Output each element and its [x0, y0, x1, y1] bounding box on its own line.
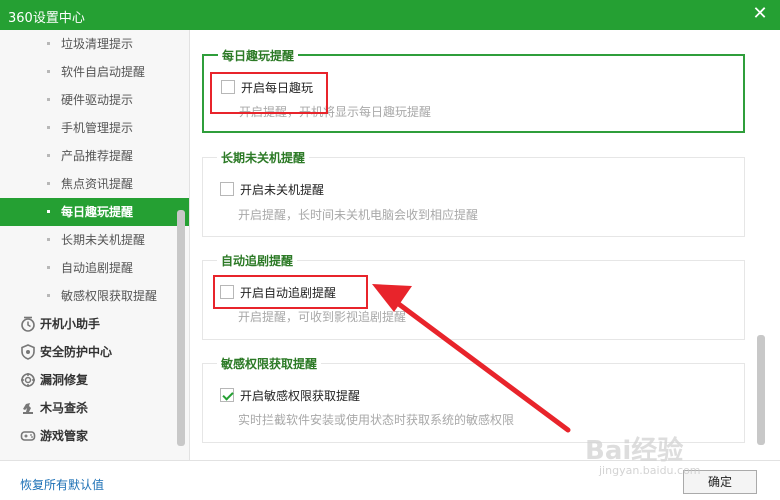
- group-auto-drama: 自动追剧提醒 开启自动追剧提醒 开启提醒，可收到影视追剧提醒: [202, 252, 745, 340]
- ok-button[interactable]: 确定: [683, 470, 757, 494]
- sidebar-category-security-center[interactable]: 安全防护中心: [0, 338, 189, 366]
- window-title: 360设置中心: [8, 11, 85, 26]
- group-title: 每日趣玩提醒: [218, 47, 299, 64]
- shield-icon: [21, 344, 35, 360]
- content-scrollbar[interactable]: [757, 335, 765, 445]
- bullet-icon: [47, 182, 50, 185]
- title-bar: 360设置中心 ✕: [0, 0, 780, 30]
- group-title: 自动追剧提醒: [217, 252, 298, 269]
- sidebar-item-label: 硬件驱动提示: [61, 93, 134, 107]
- settings-content: 每日趣玩提醒 开启每日趣玩 开启提醒，开机将显示每日趣玩提醒 长期未关机提醒 开…: [191, 30, 780, 460]
- long-uptime-checkbox-row[interactable]: 开启未关机提醒: [220, 181, 324, 197]
- sidebar-item-label: 产品推荐提醒: [61, 149, 134, 163]
- group-description: 开启提醒，开机将显示每日趣玩提醒: [239, 105, 432, 119]
- bullet-icon: [47, 266, 50, 269]
- group-description: 开启提醒，长时间未关机电脑会收到相应提醒: [238, 208, 479, 222]
- sidebar-scrollbar[interactable]: [177, 210, 185, 446]
- group-title: 敏感权限获取提醒: [217, 355, 322, 372]
- restore-defaults-link[interactable]: 恢复所有默认值: [20, 476, 104, 493]
- footer: 恢复所有默认值 确定: [0, 460, 780, 500]
- sidebar-item-label: 长期未关机提醒: [61, 233, 146, 247]
- sidebar-item-label: 敏感权限获取提醒: [61, 289, 158, 303]
- sidebar-category-label: 开机小助手: [40, 317, 101, 331]
- sidebar-item-label: 自动追剧提醒: [61, 261, 134, 275]
- sidebar-category-label: 安全防护中心: [40, 345, 113, 359]
- bullet-icon: [47, 70, 50, 73]
- group-description: 开启提醒，可收到影视追剧提醒: [238, 310, 407, 324]
- sidebar-category-label: 游戏管家: [40, 429, 89, 443]
- sidebar-item-news[interactable]: 焦点资讯提醒: [0, 170, 189, 198]
- bullet-icon: [47, 98, 50, 101]
- checkbox-checked[interactable]: [220, 388, 234, 402]
- sidebar-item-label: 软件自启动提醒: [61, 65, 146, 79]
- group-daily-fun: 每日趣玩提醒 开启每日趣玩 开启提醒，开机将显示每日趣玩提醒: [202, 47, 745, 133]
- sidebar-item-label: 手机管理提示: [61, 121, 134, 135]
- group-sensitive-permission: 敏感权限获取提醒 开启敏感权限获取提醒 实时拦截软件安装或使用状态时获取系统的敏…: [202, 355, 745, 443]
- close-icon[interactable]: ✕: [750, 4, 770, 24]
- sidebar-item-label: 焦点资讯提醒: [61, 177, 134, 191]
- sidebar-item-daily-fun[interactable]: 每日趣玩提醒: [0, 198, 189, 226]
- sidebar: 垃圾清理提示 软件自启动提醒 硬件驱动提示 手机管理提示 产品推荐提醒 焦点资讯…: [0, 30, 190, 460]
- checkbox[interactable]: [221, 80, 235, 94]
- sidebar-category-trojan-scan[interactable]: 木马查杀: [0, 394, 189, 422]
- bullet-icon: [47, 154, 50, 157]
- group-title: 长期未关机提醒: [217, 149, 310, 166]
- group-description: 实时拦截软件安装或使用状态时获取系统的敏感权限: [238, 413, 515, 427]
- sidebar-item-autostart[interactable]: 软件自启动提醒: [0, 58, 189, 86]
- sensitive-permission-checkbox-row[interactable]: 开启敏感权限获取提醒: [220, 387, 360, 403]
- gamepad-icon: [20, 431, 36, 441]
- checkbox-label: 开启每日趣玩: [241, 80, 314, 95]
- sidebar-item-label: 垃圾清理提示: [61, 37, 134, 51]
- checkbox-label: 开启自动追剧提醒: [240, 285, 337, 300]
- sidebar-item-drama[interactable]: 自动追剧提醒: [0, 254, 189, 282]
- checkbox[interactable]: [220, 285, 234, 299]
- sidebar-item-product[interactable]: 产品推荐提醒: [0, 142, 189, 170]
- sidebar-item-junk-clean[interactable]: 垃圾清理提示: [0, 30, 189, 58]
- checkbox[interactable]: [220, 182, 234, 196]
- bullet-icon: [47, 238, 50, 241]
- sidebar-category-patch[interactable]: 漏洞修复: [0, 366, 189, 394]
- sidebar-category-boot-assistant[interactable]: 开机小助手: [0, 310, 189, 338]
- sidebar-item-label: 每日趣玩提醒: [61, 205, 134, 219]
- checkbox-label: 开启敏感权限获取提醒: [240, 388, 361, 403]
- group-long-uptime: 长期未关机提醒 开启未关机提醒 开启提醒，长时间未关机电脑会收到相应提醒: [202, 149, 745, 237]
- daily-fun-checkbox-row[interactable]: 开启每日趣玩: [221, 79, 313, 95]
- patch-icon: [21, 373, 35, 387]
- bullet-icon: [47, 126, 50, 129]
- sidebar-item-long-uptime[interactable]: 长期未关机提醒: [0, 226, 189, 254]
- sidebar-item-phone[interactable]: 手机管理提示: [0, 114, 189, 142]
- sidebar-item-driver[interactable]: 硬件驱动提示: [0, 86, 189, 114]
- checkbox-label: 开启未关机提醒: [240, 182, 325, 197]
- bullet-icon: [47, 42, 50, 45]
- bullet-icon: [47, 210, 50, 213]
- trojan-icon: [23, 403, 33, 414]
- clock-icon: [21, 316, 35, 332]
- auto-drama-checkbox-row[interactable]: 开启自动追剧提醒: [220, 284, 336, 300]
- sidebar-category-label: 漏洞修复: [40, 373, 89, 387]
- sidebar-item-permission[interactable]: 敏感权限获取提醒: [0, 282, 189, 310]
- sidebar-category-game-manager[interactable]: 游戏管家: [0, 422, 189, 450]
- sidebar-category-label: 木马查杀: [40, 401, 89, 415]
- bullet-icon: [47, 294, 50, 297]
